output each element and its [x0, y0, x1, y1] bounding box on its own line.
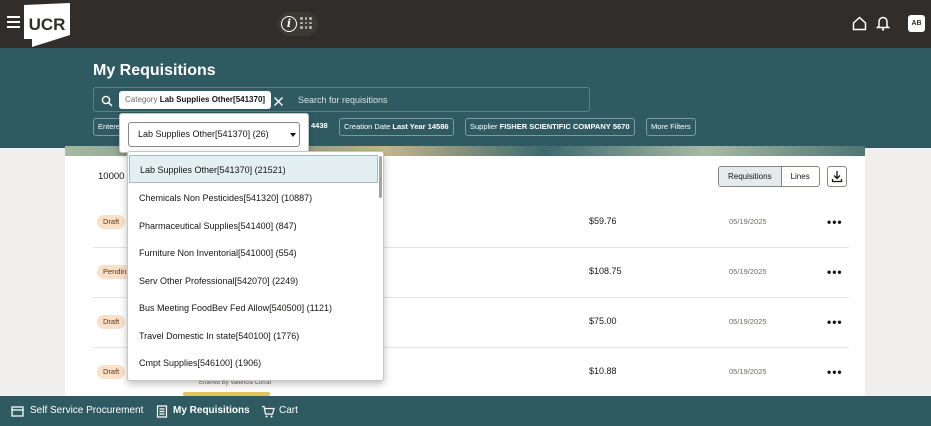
chip-count: 5670: [612, 122, 630, 131]
cart-icon: [262, 405, 275, 418]
status-badge: Draft: [97, 365, 126, 379]
category-option[interactable]: Bus Meeting FoodBev Fed Allow[540500] (1…: [129, 294, 378, 322]
chip-label: Category: [125, 95, 158, 104]
chip-value: FISHER SCIENTIFIC COMPANY: [499, 122, 611, 131]
category-filter-chip[interactable]: Category Lab Supplies Other[541370]: [119, 91, 272, 109]
nav-cart[interactable]: Cart: [279, 405, 298, 416]
chip-count: 4438: [311, 121, 328, 130]
amount: $10.88: [589, 366, 617, 376]
date: 05/19/2025: [729, 317, 767, 326]
chip-label: Creation Date: [344, 122, 391, 131]
ucr-logo[interactable]: UCR: [24, 3, 70, 47]
home-icon[interactable]: [852, 16, 867, 31]
chip-label: Supplier: [470, 122, 498, 131]
document-icon: [156, 405, 168, 418]
user-avatar[interactable]: AB: [908, 15, 925, 32]
more-actions-icon[interactable]: •••: [827, 365, 843, 379]
lines-view-button[interactable]: Lines: [782, 167, 819, 186]
more-actions-icon[interactable]: •••: [827, 265, 843, 279]
bell-icon[interactable]: [875, 15, 891, 31]
status-badge: Draft: [97, 315, 126, 329]
creation-date-filter-chip[interactable]: Creation Date Last Year 14586: [339, 118, 454, 136]
search-bar[interactable]: Category Lab Supplies Other[541370] Sear…: [93, 87, 590, 112]
more-actions-icon[interactable]: •••: [827, 215, 843, 229]
close-icon[interactable]: [273, 94, 284, 106]
amount: $108.75: [589, 266, 622, 276]
category-option[interactable]: Pharmaceutical Supplies[541400] (847): [129, 212, 378, 240]
chip-label: Entere: [98, 122, 121, 131]
category-option[interactable]: Chemicals Non Pesticides[541320] (10887): [129, 184, 378, 212]
download-button[interactable]: [827, 166, 847, 187]
category-options-list: Lab Supplies Other[541370] (21521) Chemi…: [127, 151, 384, 381]
status-badge: Draft: [97, 215, 126, 229]
date: 05/19/2025: [729, 367, 767, 376]
select-value: Lab Supplies Other[541370] (26): [138, 129, 269, 139]
download-icon: [831, 171, 843, 183]
hamburger-menu-icon[interactable]: [7, 16, 20, 28]
page-title: My Requisitions: [93, 62, 216, 79]
chip-value: Last Year: [392, 122, 426, 131]
logo-text: UCR: [29, 15, 66, 34]
chip-value: Lab Supplies Other[541370]: [159, 95, 266, 104]
search-input[interactable]: Search for requisitions: [298, 95, 388, 105]
requisitions-view-button[interactable]: Requisitions: [719, 167, 782, 186]
category-option[interactable]: Travel Domestic In state[540100] (1776): [129, 322, 378, 350]
date: 05/19/2025: [729, 267, 767, 276]
view-toggle: Requisitions Lines: [718, 166, 820, 187]
more-actions-icon[interactable]: •••: [827, 315, 843, 329]
category-option[interactable]: Lab Supplies Other[541370] (21521): [129, 155, 378, 183]
amount: $59.76: [589, 216, 617, 226]
scrollbar[interactable]: [379, 156, 382, 198]
global-header: UCR i AB: [0, 0, 931, 48]
supplier-filter-chip[interactable]: Supplier FISHER SCIENTIFIC COMPANY 5670: [465, 118, 635, 136]
category-option[interactable]: Cmpt Supplies[546100] (1906): [129, 349, 378, 377]
amount: $75.00: [589, 316, 617, 326]
center-icon-group: i: [278, 12, 318, 36]
category-filter-popup: Lab Supplies Other[541370] (26): [119, 113, 309, 153]
nav-my-requisitions[interactable]: My Requisitions: [173, 405, 250, 416]
results-count: 10000: [98, 171, 125, 182]
grid-icon[interactable]: [300, 17, 312, 29]
bottom-nav: Self Service Procurement My Requisitions…: [0, 396, 931, 426]
nav-self-service-procurement[interactable]: Self Service Procurement: [30, 405, 143, 416]
search-icon[interactable]: [101, 94, 113, 107]
category-option[interactable]: Furniture Non Inventorial[541000] (554): [129, 239, 378, 267]
store-icon: [11, 406, 24, 417]
category-option[interactable]: Serv Other Professional[542070] (2249): [129, 267, 378, 295]
date: 05/19/2025: [729, 217, 767, 226]
info-icon[interactable]: i: [281, 16, 297, 32]
chevron-down-icon: [290, 133, 296, 137]
more-filters-button[interactable]: More Filters: [646, 118, 696, 136]
category-select[interactable]: Lab Supplies Other[541370] (26): [128, 122, 300, 147]
chip-count: 14586: [427, 122, 449, 131]
